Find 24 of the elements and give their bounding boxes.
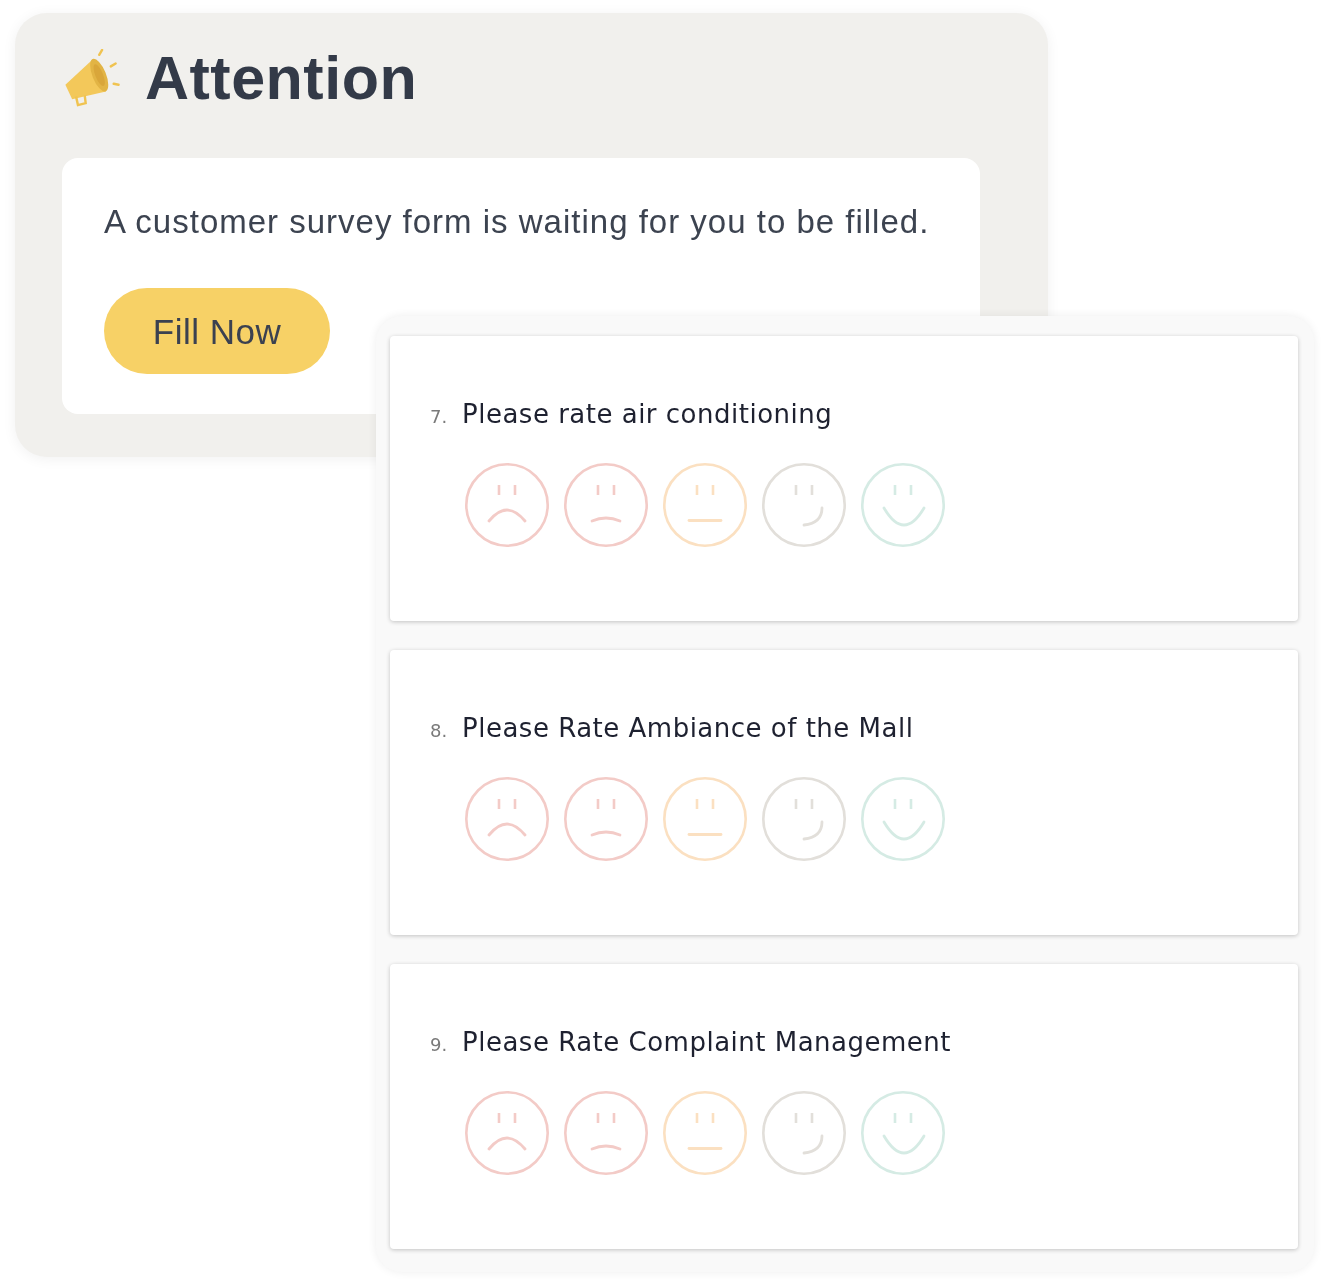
question-number: 7. (430, 405, 449, 429)
smiling-face-icon[interactable] (861, 463, 945, 547)
slightly-frowning-face-icon[interactable] (564, 777, 648, 861)
question-number: 9. (430, 1033, 449, 1057)
slightly-frowning-face-icon[interactable] (564, 1091, 648, 1175)
neutral-face-icon[interactable] (663, 777, 747, 861)
frowning-face-icon[interactable] (465, 1091, 549, 1175)
neutral-face-icon[interactable] (663, 1091, 747, 1175)
neutral-face-icon[interactable] (663, 463, 747, 547)
question-number: 8. (430, 719, 449, 743)
slightly-smiling-face-icon[interactable] (762, 777, 846, 861)
slightly-frowning-face-icon[interactable] (564, 463, 648, 547)
survey-message: A customer survey form is waiting for you to be filled. (104, 203, 931, 241)
fill-now-button[interactable]: Fill Now (104, 288, 330, 374)
frowning-face-icon[interactable] (465, 463, 549, 547)
slightly-smiling-face-icon[interactable] (762, 463, 846, 547)
smiling-face-icon[interactable] (861, 1091, 945, 1175)
frowning-face-icon[interactable] (465, 777, 549, 861)
smiling-face-icon[interactable] (861, 777, 945, 861)
question-text: Please rate air conditioning (462, 399, 833, 429)
slightly-smiling-face-icon[interactable] (762, 1091, 846, 1175)
attention-title: Attention (145, 47, 418, 109)
question-text: Please Rate Complaint Management (462, 1027, 951, 1057)
question-text: Please Rate Ambiance of the Mall (462, 713, 914, 743)
